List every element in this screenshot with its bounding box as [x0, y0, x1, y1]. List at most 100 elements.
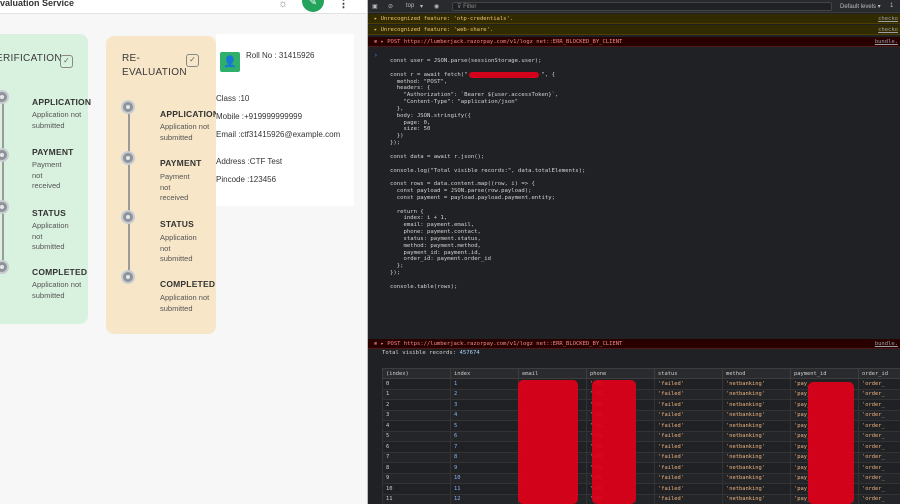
timeline-node-icon: [0, 148, 9, 162]
code-line: };: [390, 263, 404, 270]
code-line: method: payment.method,: [390, 242, 481, 249]
table-cell: 2: [450, 388, 519, 400]
table-header-cell[interactable]: (index): [382, 368, 451, 379]
log-levels-dropdown[interactable]: Default levels ▾: [840, 3, 881, 10]
check-icon: ✓: [60, 55, 73, 68]
source-link[interactable]: checko: [878, 14, 898, 24]
step-payment-desc: Payment not received: [32, 160, 62, 190]
step-payment-title: PAYMENT: [160, 158, 202, 168]
code-line: }): [390, 133, 404, 140]
table-cell: 'order_: [858, 451, 900, 463]
code-line: order_id: payment.order_id: [390, 256, 492, 263]
table-cell: 5: [382, 430, 451, 442]
timeline-line: [128, 106, 130, 281]
table-cell: 'failed': [654, 462, 723, 474]
error-text: ⊗ ▸ POST https://lumberjack.razorpay.com…: [374, 39, 623, 45]
code-line: headers: {: [390, 85, 431, 92]
results-app: valuation Service ☼ ✎ ⋮ ERIFICATION ✓ AP…: [0, 0, 368, 504]
address-line: Address :CTF Test: [216, 157, 283, 166]
table-cell: 'failed': [654, 430, 723, 442]
code-line: console.log("Total visible records:", da…: [390, 167, 586, 174]
table-cell: 'order_: [858, 430, 900, 442]
eye-icon[interactable]: ◉: [434, 3, 439, 10]
timeline-line: [2, 94, 4, 274]
context-selector[interactable]: top: [406, 3, 414, 9]
table-cell: 'order_: [858, 483, 900, 495]
table-cell: 'netbanking': [722, 483, 791, 495]
table-header-cell[interactable]: email: [518, 368, 587, 379]
timeline-node-icon: [121, 100, 135, 114]
console-error[interactable]: ⊗ ▸ POST https://lumberjack.razorpay.com…: [368, 37, 900, 47]
issues-count[interactable]: 1: [890, 3, 893, 9]
table-header-cell[interactable]: index: [450, 368, 519, 379]
table-cell: 'netbanking': [722, 462, 791, 474]
table-cell: 6: [450, 430, 519, 442]
console-warning[interactable]: ▸ Unrecognized feature: 'otp-credentials…: [368, 14, 900, 24]
table-cell: 'order_: [858, 409, 900, 421]
table-cell: 'order_: [858, 399, 900, 411]
code-line: "Content-Type": "application/json": [390, 99, 518, 106]
table-cell: 'failed': [654, 441, 723, 453]
sidebar-toggle-icon[interactable]: ▣: [372, 3, 378, 10]
step-completed-desc: Application not submitted: [32, 280, 82, 300]
console-input-code[interactable]: const user = JSON.parse(sessionStorage.u…: [390, 58, 585, 291]
source-link[interactable]: checko: [878, 25, 898, 35]
warning-text: ▸ Unrecognized feature: 'web-share'.: [374, 27, 494, 33]
table-cell: 'netbanking': [722, 399, 791, 411]
table-cell: 'order_: [858, 462, 900, 474]
table-cell: 'order_: [858, 493, 900, 504]
verification-card: ERIFICATION ✓ APPLICATION Application no…: [0, 34, 92, 324]
step-payment-desc: Payment not received: [160, 172, 190, 202]
total-records-log: Total visible records: 457674: [382, 350, 480, 356]
code-line: console.table(rows);: [390, 283, 458, 290]
total-label: Total visible records:: [382, 350, 457, 356]
step-status-desc: Application not submitted: [160, 233, 197, 263]
timeline-node-icon: [121, 210, 135, 224]
user-avatar[interactable]: ✎: [302, 0, 324, 12]
table-cell: 'netbanking': [722, 472, 791, 484]
step-completed-title: COMPLETED: [160, 279, 216, 289]
code-line: const payment = payload.payload.payment.…: [390, 194, 556, 201]
redaction-mark: [518, 380, 578, 504]
input-chevron-icon: ›: [374, 52, 378, 59]
table-cell: 'netbanking': [722, 451, 791, 463]
code-line: const user = JSON.parse(sessionStorage.u…: [390, 58, 542, 64]
pincode-line: Pincode :123456: [216, 175, 277, 184]
table-header-cell[interactable]: method: [722, 368, 791, 379]
code-line: body: JSON.stringify({: [390, 112, 471, 119]
source-link[interactable]: bundle.: [875, 339, 898, 349]
mobile-line: Mobile :+919999999999: [216, 112, 303, 121]
source-link[interactable]: bundle.: [875, 37, 898, 47]
context-chevron-icon[interactable]: ▾: [420, 3, 423, 10]
console-error[interactable]: ⊗ ▸ POST https://lumberjack.razorpay.com…: [368, 339, 900, 349]
code-line: const data = await r.json();: [390, 153, 485, 160]
table-header-cell[interactable]: phone: [586, 368, 655, 379]
more-menu-icon[interactable]: ⋮: [338, 0, 349, 10]
table-header-cell[interactable]: status: [654, 368, 723, 379]
code-line: phone: payment.contact,: [390, 229, 481, 236]
theme-toggle-icon[interactable]: ☼: [278, 0, 288, 10]
table-cell: 'order_: [858, 388, 900, 400]
table-cell: 'order_: [858, 472, 900, 484]
table-cell: 'failed': [654, 420, 723, 432]
table-header-cell[interactable]: payment_id: [790, 368, 859, 379]
code-line: method: "POST",: [390, 78, 448, 85]
table-cell: 3: [450, 399, 519, 411]
filter-input[interactable]: ⊽ Filter: [452, 2, 832, 11]
console-warning[interactable]: ▸ Unrecognized feature: 'web-share'. che…: [368, 25, 900, 35]
class-line: Class :10: [216, 94, 250, 103]
step-application-title: APPLICATION: [32, 97, 92, 107]
step-application-title: APPLICATION: [160, 109, 220, 119]
table-cell: 'netbanking': [722, 430, 791, 442]
code-line: });: [390, 270, 401, 277]
app-title: valuation Service: [0, 0, 75, 8]
table-header-cell[interactable]: order_id: [858, 368, 900, 379]
table-cell: 9: [450, 462, 519, 474]
code-line: size: 50: [390, 126, 431, 133]
table-cell: 7: [450, 441, 519, 453]
clear-console-icon[interactable]: ⊘: [388, 3, 393, 10]
code-line: email: payment.email,: [390, 222, 475, 229]
